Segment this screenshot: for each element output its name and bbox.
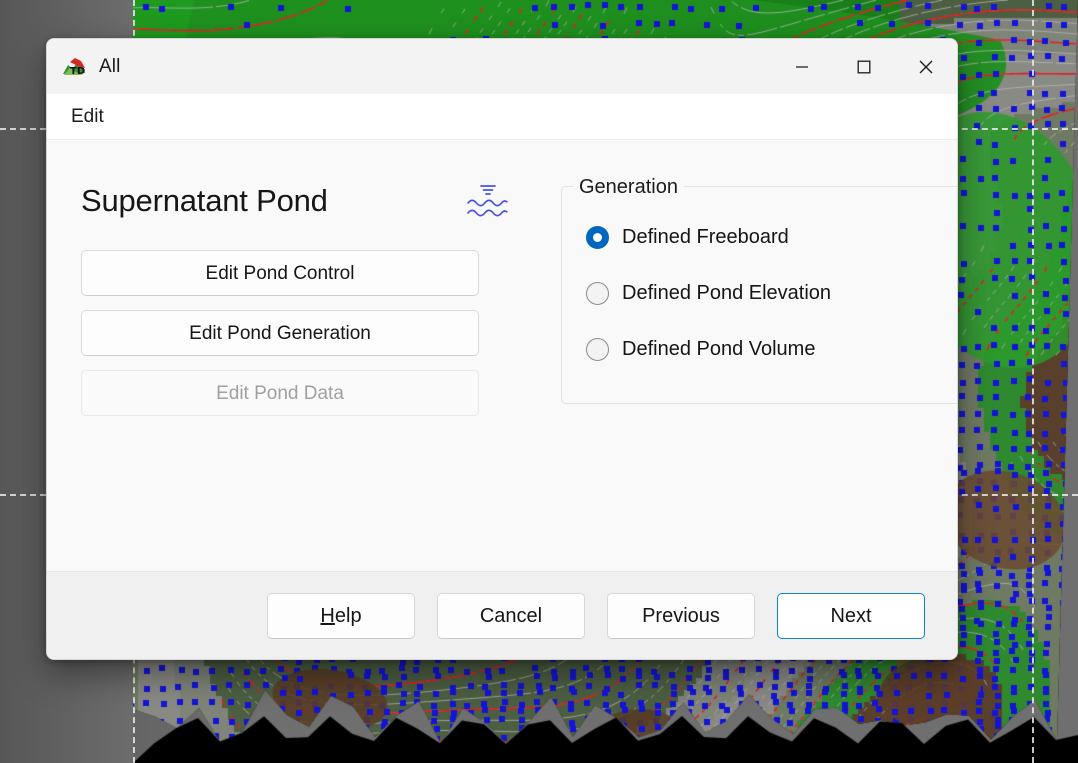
menu-item-edit[interactable]: Edit <box>61 102 114 132</box>
generation-group-label: Generation <box>573 174 684 200</box>
radio-label: Defined Pond Volume <box>622 337 816 360</box>
help-button[interactable]: Help <box>267 592 415 639</box>
right-column: Generation Defined Freeboard Defined Pon… <box>515 170 957 571</box>
radio-mark-icon <box>586 337 609 361</box>
close-icon <box>919 60 933 73</box>
radio-defined-pond-elevation[interactable]: Defined Pond Elevation <box>586 273 957 313</box>
dialog-titlebar[interactable]: TD All <box>47 39 957 94</box>
next-button[interactable]: Next <box>777 592 925 639</box>
dialog-menubar: Edit <box>47 94 957 140</box>
dialog-body: Supernatant Pond Edit Pond Control Edit … <box>47 140 957 571</box>
close-button[interactable] <box>895 39 957 94</box>
terrain-logo-icon: TD <box>63 57 85 77</box>
window-title: All <box>99 55 121 77</box>
titlebar-left: TD All <box>47 56 771 78</box>
page-title: Supernatant Pond <box>81 183 328 218</box>
desktop-background: TD All Edit Supernatant Pond Edit Pond C… <box>0 0 1078 763</box>
radio-defined-freeboard[interactable]: Defined Freeboard <box>586 217 957 257</box>
radio-defined-pond-volume[interactable]: Defined Pond Volume <box>586 329 957 369</box>
dialog-footer: Help Cancel Previous Next <box>47 571 957 659</box>
heading-row: Supernatant Pond <box>81 170 515 232</box>
edit-pond-generation-button[interactable]: Edit Pond Generation <box>81 310 479 356</box>
maximize-icon <box>857 60 871 73</box>
pond-wizard-dialog: TD All Edit Supernatant Pond Edit Pond C… <box>46 38 958 660</box>
minimize-button[interactable] <box>771 39 833 94</box>
edit-pond-control-button[interactable]: Edit Pond Control <box>81 250 479 296</box>
cancel-button[interactable]: Cancel <box>437 592 585 639</box>
radio-mark-icon <box>586 225 609 249</box>
radio-mark-icon <box>586 281 609 305</box>
minimize-icon <box>796 65 808 68</box>
radio-label: Defined Freeboard <box>622 225 789 248</box>
maximize-button[interactable] <box>833 39 895 94</box>
radio-label: Defined Pond Elevation <box>622 281 832 304</box>
svg-text:TD: TD <box>70 66 85 77</box>
generation-group: Generation Defined Freeboard Defined Pon… <box>561 174 957 404</box>
accelerator-letter: H <box>320 604 335 627</box>
edit-pond-data-button: Edit Pond Data <box>81 370 479 416</box>
left-column: Supernatant Pond Edit Pond Control Edit … <box>81 170 515 571</box>
previous-button[interactable]: Previous <box>607 592 755 639</box>
water-level-icon <box>467 185 508 217</box>
